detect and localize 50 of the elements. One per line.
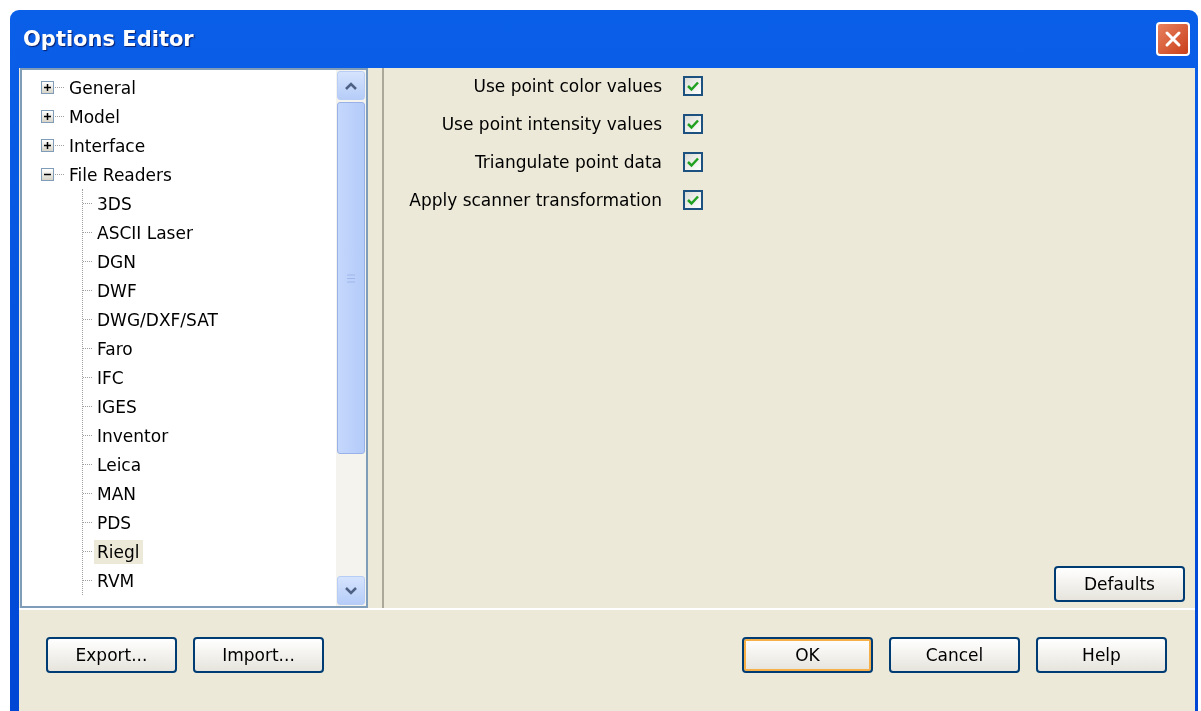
tree-item[interactable]: Model	[66, 104, 124, 129]
option-label: Use point intensity values	[440, 114, 662, 134]
tree-item[interactable]: Faro	[94, 336, 136, 361]
tree-item[interactable]: Leica	[94, 452, 145, 477]
checkbox[interactable]	[683, 76, 703, 96]
option-label: Apply scanner transformation	[408, 190, 662, 210]
dialog-button[interactable]: Import...	[193, 636, 324, 673]
tree-item[interactable]: 3DS	[94, 191, 135, 216]
close-icon	[1163, 29, 1183, 49]
scrollbar[interactable]	[336, 70, 366, 606]
tree-item[interactable]: ASCII Laser	[94, 220, 196, 245]
checkbox[interactable]	[683, 190, 703, 210]
window-title: Options Editor	[23, 27, 194, 51]
tree-item[interactable]: Inventor	[94, 423, 172, 448]
tree-item[interactable]: PDS	[94, 510, 135, 535]
expander-icon[interactable]	[41, 81, 54, 94]
tree-item[interactable]: DWF	[94, 278, 140, 303]
expander-icon[interactable]	[41, 110, 54, 123]
tree-item[interactable]: MAN	[94, 481, 139, 506]
scroll-down-button[interactable]	[337, 576, 365, 605]
tree-item[interactable]: File Readers	[66, 162, 175, 187]
expander-icon[interactable]	[41, 139, 54, 152]
expander-icon[interactable]	[41, 168, 54, 181]
dialog-button[interactable]: Export...	[46, 636, 177, 673]
tree-item[interactable]: General	[66, 75, 139, 100]
checkmark-icon	[686, 80, 700, 92]
option-label: Triangulate point data	[473, 152, 662, 172]
defaults-button[interactable]: Defaults	[1054, 566, 1185, 602]
close-button[interactable]	[1156, 22, 1190, 56]
tree-item[interactable]: DWG/DXF/SAT	[94, 307, 221, 332]
dialog-button[interactable]: OK	[742, 636, 873, 673]
tree-item[interactable]: IFC	[94, 365, 127, 390]
scroll-thumb[interactable]	[337, 102, 365, 454]
tree-item[interactable]: IGES	[94, 394, 140, 419]
checkbox[interactable]	[683, 114, 703, 134]
checkmark-icon	[686, 118, 700, 130]
checkbox[interactable]	[683, 152, 703, 172]
option-label: Use point color values	[472, 76, 662, 96]
chevron-down-icon	[344, 585, 358, 596]
dialog-button[interactable]: Cancel	[889, 636, 1020, 673]
chevron-up-icon	[344, 80, 358, 91]
tree-item[interactable]: RVM	[94, 568, 138, 593]
dialog-button[interactable]: Help	[1036, 636, 1167, 673]
checkmark-icon	[686, 156, 700, 168]
checkmark-icon	[686, 194, 700, 206]
tree-item[interactable]: Interface	[66, 133, 149, 158]
tree-item[interactable]: Riegl	[94, 539, 143, 564]
scroll-up-button[interactable]	[337, 71, 365, 100]
tree-item[interactable]: DGN	[94, 249, 139, 274]
grip-icon	[346, 273, 356, 283]
